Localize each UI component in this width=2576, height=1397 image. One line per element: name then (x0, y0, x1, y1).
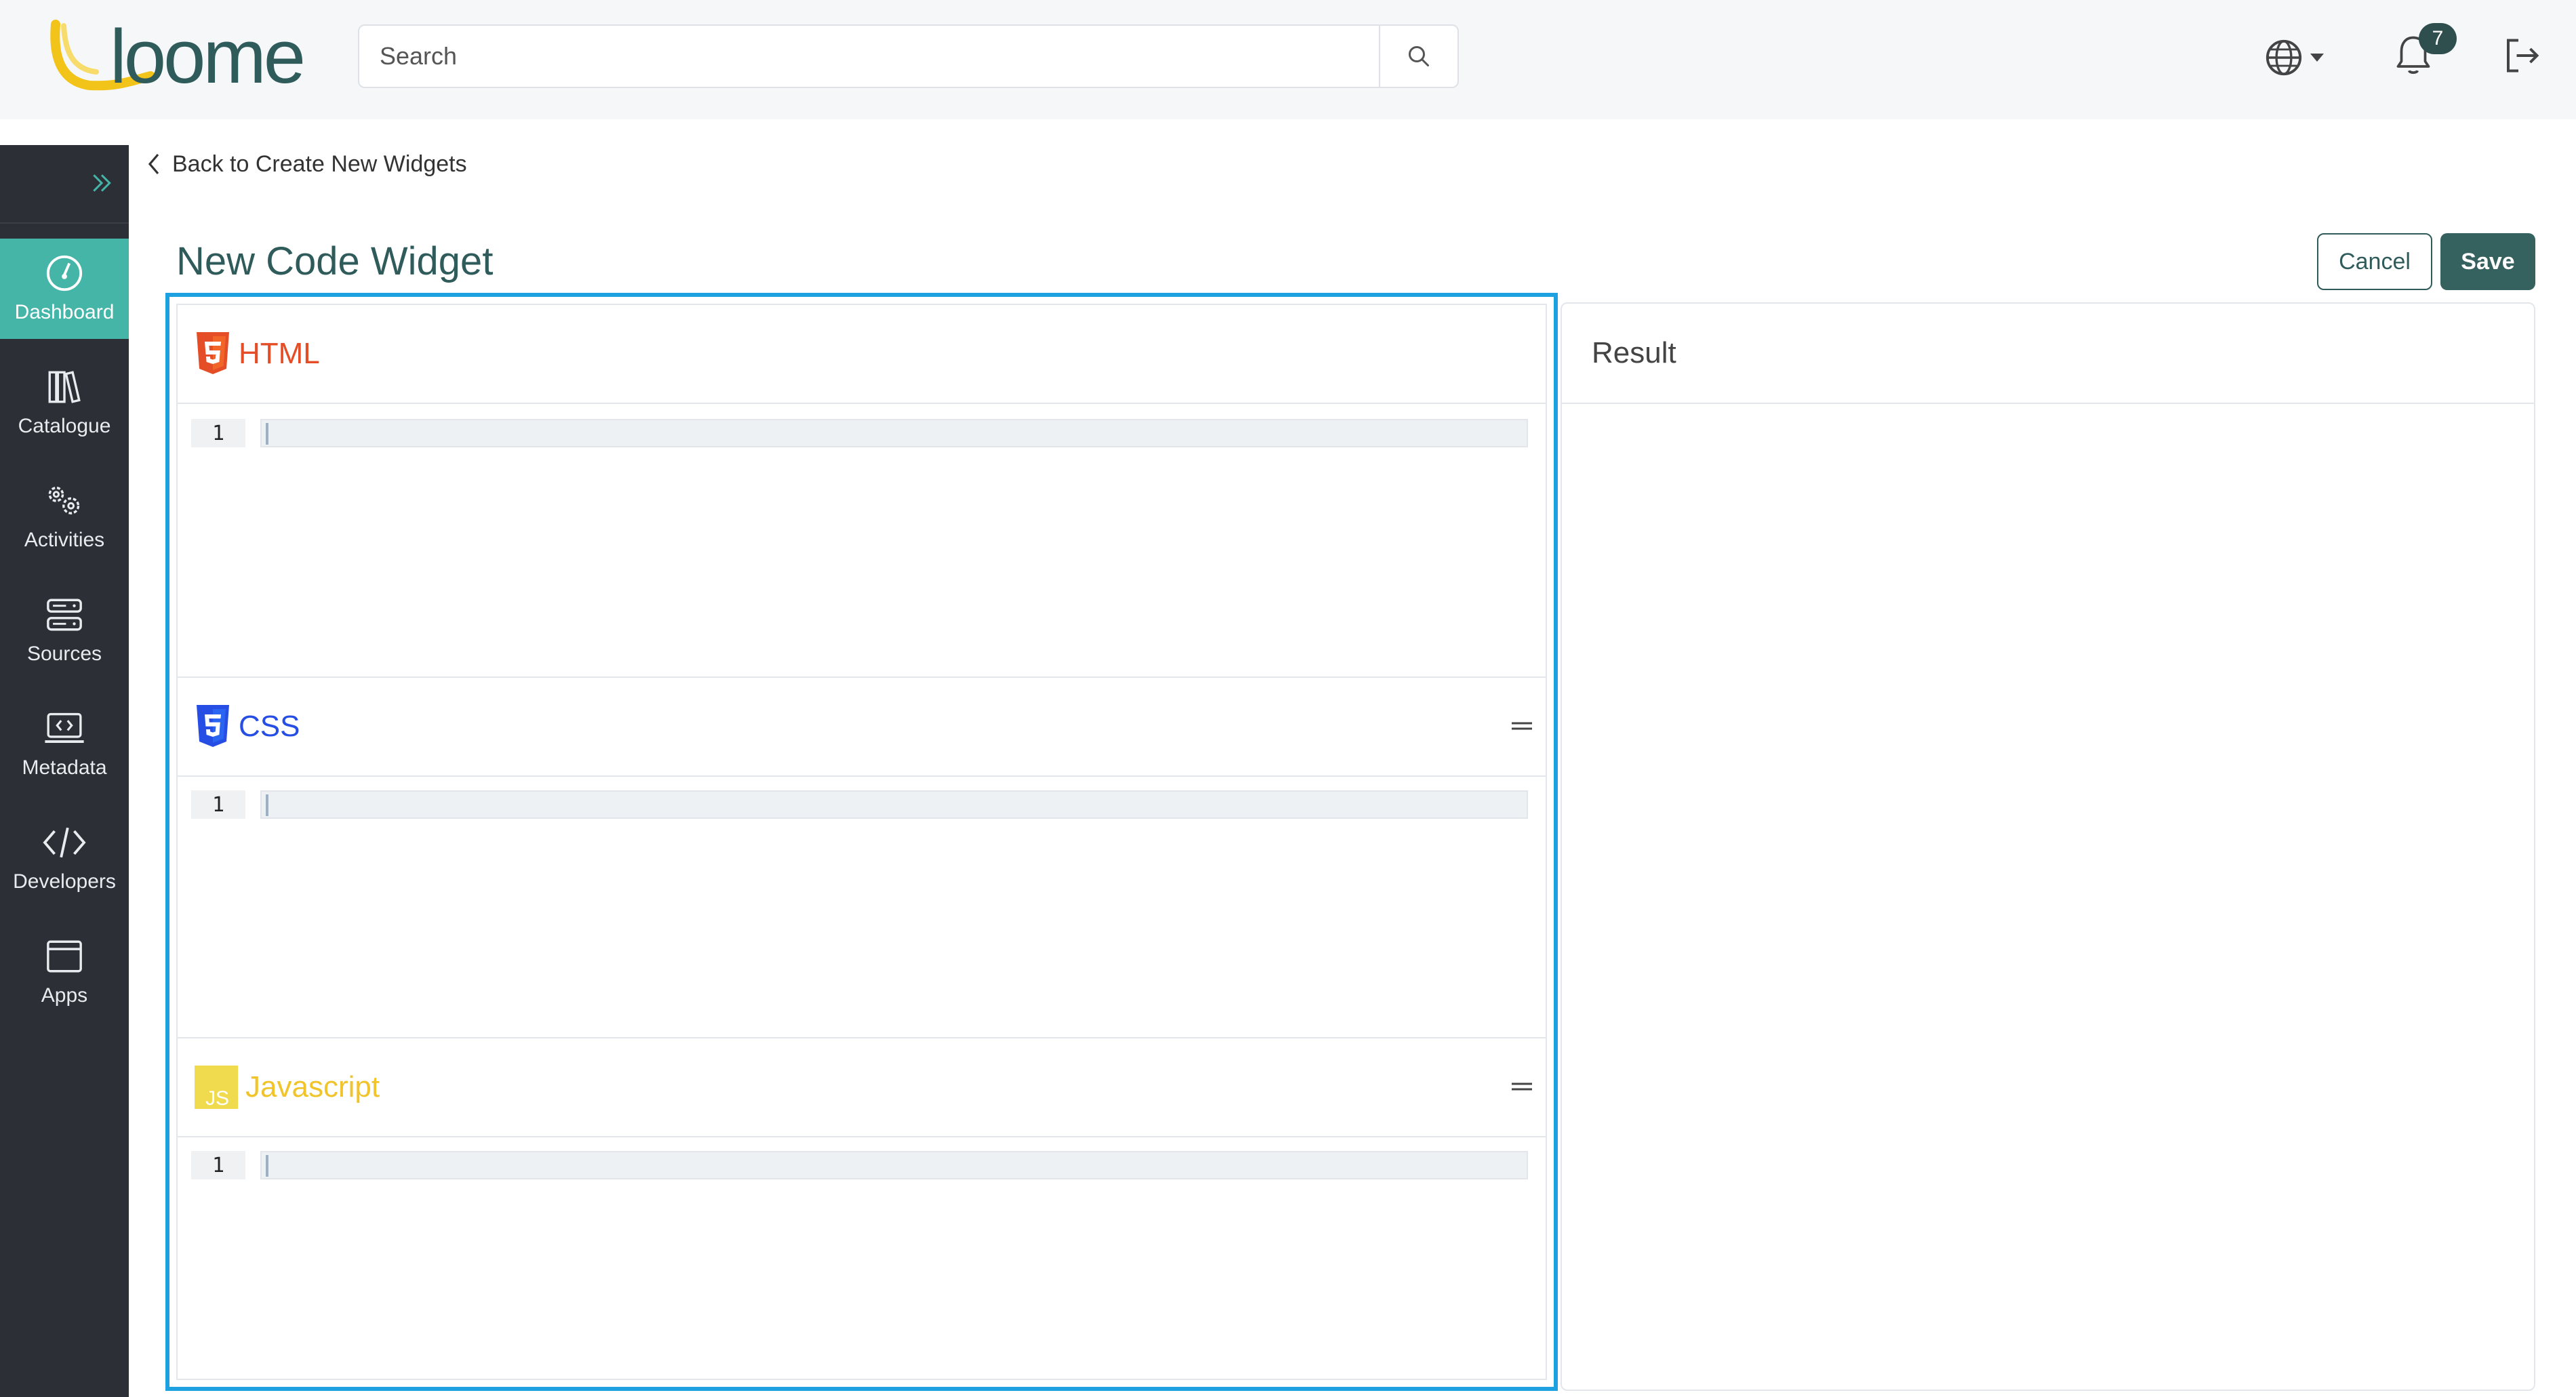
line-number: 1 (191, 790, 245, 819)
css-editor-title: CSS (194, 705, 300, 748)
result-panel: Result (1561, 302, 2535, 1391)
sidebar-item-label: Apps (41, 984, 88, 1007)
html5-icon (197, 332, 229, 374)
css-editor-header: CSS (178, 678, 1546, 777)
line-number: 1 (191, 1151, 245, 1179)
sidebar-item-label: Metadata (22, 756, 107, 779)
code-line[interactable] (260, 1151, 1528, 1179)
sidebar-item-metadata[interactable]: Metadata (0, 694, 129, 794)
code-line[interactable] (260, 790, 1528, 819)
result-title: Result (1592, 336, 1676, 369)
sidebar: Dashboard Catalogue Activities Sources M… (0, 145, 129, 1397)
sidebar-item-sources[interactable]: Sources (0, 580, 129, 681)
apps-icon (47, 940, 82, 973)
sources-icon (47, 599, 82, 631)
logo-text: loome (110, 16, 303, 95)
sidebar-item-label: Sources (26, 643, 102, 665)
logout-button[interactable] (2501, 35, 2549, 80)
html-code-editor[interactable]: 1 (191, 419, 1533, 447)
result-header: Result (1562, 304, 2534, 404)
search-input[interactable] (359, 26, 1382, 87)
sidebar-item-label: Dashboard (14, 301, 115, 323)
html-editor-label: HTML (239, 337, 320, 370)
page-title: New Code Widget (176, 239, 494, 283)
sidebar-item-catalogue[interactable]: Catalogue (0, 352, 129, 453)
code-icon (43, 827, 86, 858)
search-button[interactable] (1379, 26, 1457, 87)
notification-count-badge: 7 (2419, 23, 2457, 54)
loome-logo[interactable]: loome (49, 14, 334, 99)
search-icon (1409, 46, 1429, 66)
code-editors-container: HTML 1 CSS 1 JS Javascript 1 (176, 304, 1547, 1380)
save-button[interactable]: Save (2440, 233, 2535, 290)
back-link[interactable]: Back to Create New Widgets (146, 148, 467, 180)
cancel-button[interactable]: Cancel (2317, 233, 2432, 290)
sidebar-toggle[interactable] (0, 145, 129, 224)
sidebar-item-activities[interactable]: Activities (0, 466, 129, 567)
css-code-editor[interactable]: 1 (191, 790, 1533, 819)
chevron-left-icon (148, 153, 159, 175)
css-editor-label: CSS (239, 710, 300, 743)
activities-icon (48, 486, 80, 514)
line-number: 1 (191, 419, 245, 447)
javascript-editor-title: JS Javascript (194, 1066, 380, 1109)
sidebar-item-developers[interactable]: Developers (0, 808, 129, 908)
language-selector[interactable] (2264, 34, 2332, 81)
caret-down-icon (2310, 54, 2324, 62)
svg-text:JS: JS (205, 1087, 229, 1109)
css3-icon (197, 705, 229, 747)
drag-handle-icon[interactable] (1512, 718, 1532, 733)
drag-handle-icon[interactable] (1512, 1079, 1532, 1094)
text-cursor (266, 794, 268, 816)
sidebar-item-dashboard[interactable]: Dashboard (0, 239, 129, 339)
logout-icon (2507, 39, 2539, 73)
metadata-icon (45, 712, 84, 743)
double-chevron-right-icon (93, 174, 111, 192)
back-link-label: Back to Create New Widgets (172, 150, 467, 177)
html-editor-header: HTML (178, 305, 1546, 404)
text-cursor (266, 1155, 268, 1177)
sidebar-item-label: Developers (13, 870, 116, 893)
globe-icon (2266, 39, 2302, 76)
html-editor-title: HTML (194, 332, 320, 376)
dashboard-icon (46, 255, 83, 291)
sidebar-item-label: Catalogue (18, 415, 111, 437)
search-box (358, 24, 1459, 88)
text-cursor (266, 423, 268, 445)
javascript-editor-header: JS Javascript (178, 1038, 1546, 1137)
sidebar-item-label: Activities (24, 529, 105, 551)
sidebar-item-apps[interactable]: Apps (0, 922, 129, 1022)
code-line[interactable] (260, 419, 1528, 447)
code-editors-panel: HTML 1 CSS 1 JS Javascript 1 (165, 293, 1558, 1391)
javascript-code-editor[interactable]: 1 (191, 1151, 1533, 1179)
javascript-icon: JS (195, 1066, 238, 1109)
catalogue-icon (48, 371, 81, 403)
top-header: loome 7 (0, 0, 2576, 119)
javascript-editor-label: Javascript (245, 1070, 380, 1104)
